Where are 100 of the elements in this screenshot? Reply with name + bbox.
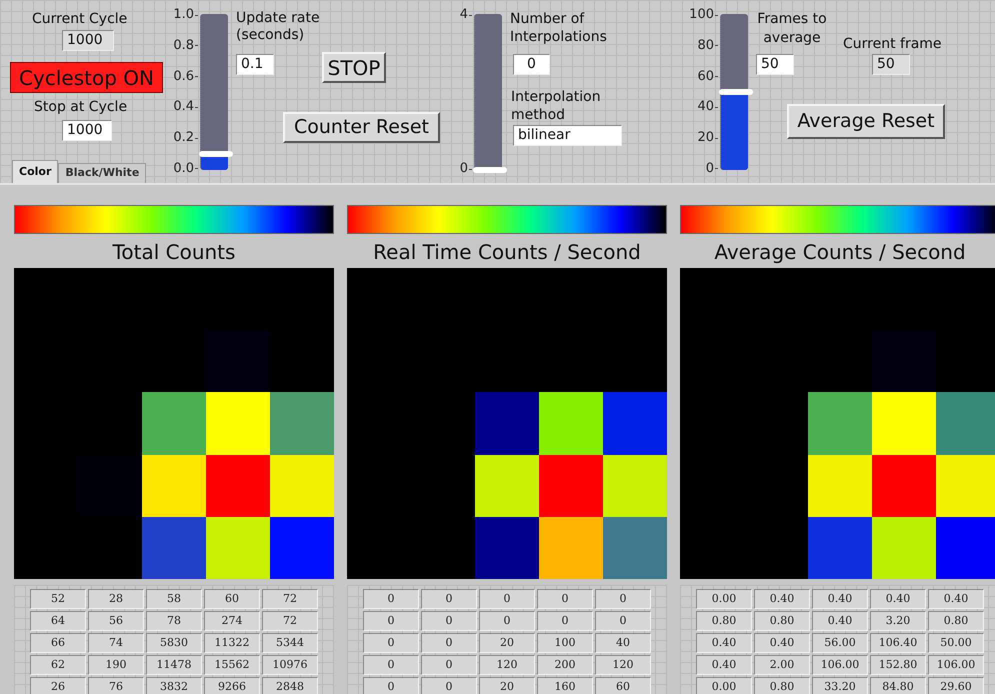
scale-label: 60 [697,70,714,84]
field-label: Frames to average [756,10,828,48]
scale-label: 0.0 [173,162,194,176]
action-button[interactable]: Average Reset [787,104,945,139]
table-cell: 66 [30,633,86,653]
table-cell: 0.80 [754,677,810,694]
scale-label: 0 [706,162,714,176]
table-cell: 0.80 [696,611,752,631]
table-cell: 190 [88,655,144,675]
number-field[interactable]: 50 [872,54,910,75]
table-cell: 3832 [146,677,202,694]
table-cell: 78 [146,611,202,631]
table-cell: 0.40 [696,655,752,675]
table-cell: 74 [88,633,144,653]
table-cell: 0 [421,589,477,609]
table-cell: 0.40 [754,589,810,609]
scale-label: 100 [689,8,714,22]
heatmap-title: Average Counts / Second [713,240,967,264]
table-cell: 0 [363,611,419,631]
scale-label: 0.6 [173,70,194,84]
table-cell: 120 [595,655,651,675]
table-cell: 60 [595,677,651,694]
table-cell: 40 [595,633,651,653]
action-button[interactable]: Counter Reset [283,112,440,143]
field-label: Current Cycle [32,10,128,29]
field-label: Update rate (seconds) [236,10,320,44]
scale-label: 0.4 [173,100,194,114]
scale-label: 0.8 [173,38,194,53]
table-cell: 64 [30,611,86,631]
scale-label: 4 [460,8,468,22]
table-cell: 274 [204,611,260,631]
table-cell: 120 [479,655,535,675]
table-cell: 15562 [204,655,260,675]
table-cell: 5344 [262,633,318,653]
slider-thumb[interactable] [473,167,507,173]
table-cell: 62 [30,655,86,675]
table-cell: 0.40 [928,589,984,609]
heatmap-title: Total Counts [112,240,236,264]
table-cell: 0 [479,611,535,631]
field-label: Number of Interpolations [510,10,608,46]
table-cell: 84.80 [870,677,926,694]
table-cell: 11478 [146,655,202,675]
table-cell: 0.40 [870,589,926,609]
number-field[interactable]: 1000 [62,120,112,141]
scale-label: 0 [460,162,468,176]
table-cell: 0.40 [812,589,868,609]
table-cell: 0 [421,611,477,631]
table-cell: 0 [363,655,419,675]
table-cell: 100 [537,633,593,653]
table-cell: 33.20 [812,677,868,694]
number-field[interactable]: 0 [513,54,550,75]
table-cell: 106.00 [928,655,984,675]
table-cell: 2848 [262,677,318,694]
table-cell: 76 [88,677,144,694]
number-field[interactable]: 50 [756,54,794,75]
table-cell: 50.00 [928,633,984,653]
table-cell: 0 [421,677,477,694]
table-cell: 29.60 [928,677,984,694]
table-cell: 0.40 [754,633,810,653]
table-cell: 20 [479,633,535,653]
number-field[interactable]: 0.1 [236,54,274,75]
table-cell: 0 [595,611,651,631]
scale-label: 0.2 [173,131,194,146]
table-cell: 11322 [204,633,260,653]
table-cell: 0 [537,611,593,631]
table-cell: 58 [146,589,202,609]
scale-label: 1.0 [173,8,194,22]
table-cell: 60 [204,589,260,609]
table-cell: 52 [30,589,86,609]
table-cell: 0 [363,589,419,609]
table-cell: 9266 [204,677,260,694]
table-cell: 200 [537,655,593,675]
slider-thumb[interactable] [199,151,233,158]
field-label: Current frame [843,35,942,54]
table-cell: 106.00 [812,655,868,675]
table-cell: 0 [421,633,477,653]
table-cell: 5830 [146,633,202,653]
tab[interactable]: Black/White [58,163,146,183]
scale-label: 20 [697,131,714,146]
slider-thumb[interactable] [719,89,753,95]
table-cell: 72 [262,611,318,631]
action-button[interactable]: STOP [322,52,386,83]
tab[interactable]: Color [12,160,58,183]
scale-label: 40 [697,100,714,114]
table-cell: 0 [363,677,419,694]
table-cell: 0.40 [696,633,752,653]
number-field[interactable]: bilinear [513,125,622,146]
heatmap-title: Real Time Counts / Second [372,240,642,264]
table-cell: 3.20 [870,611,926,631]
table-cell: 0 [479,589,535,609]
table-cell: 0 [421,655,477,675]
scale-label: 80 [697,38,714,53]
table-cell: 0 [537,589,593,609]
cyclestop-button[interactable]: Cyclestop ON [10,62,163,93]
table-cell: 26 [30,677,86,694]
table-cell: 56.00 [812,633,868,653]
table-cell: 0 [363,633,419,653]
table-cell: 0.80 [928,611,984,631]
table-cell: 0.00 [696,589,752,609]
number-field[interactable]: 1000 [62,30,114,51]
